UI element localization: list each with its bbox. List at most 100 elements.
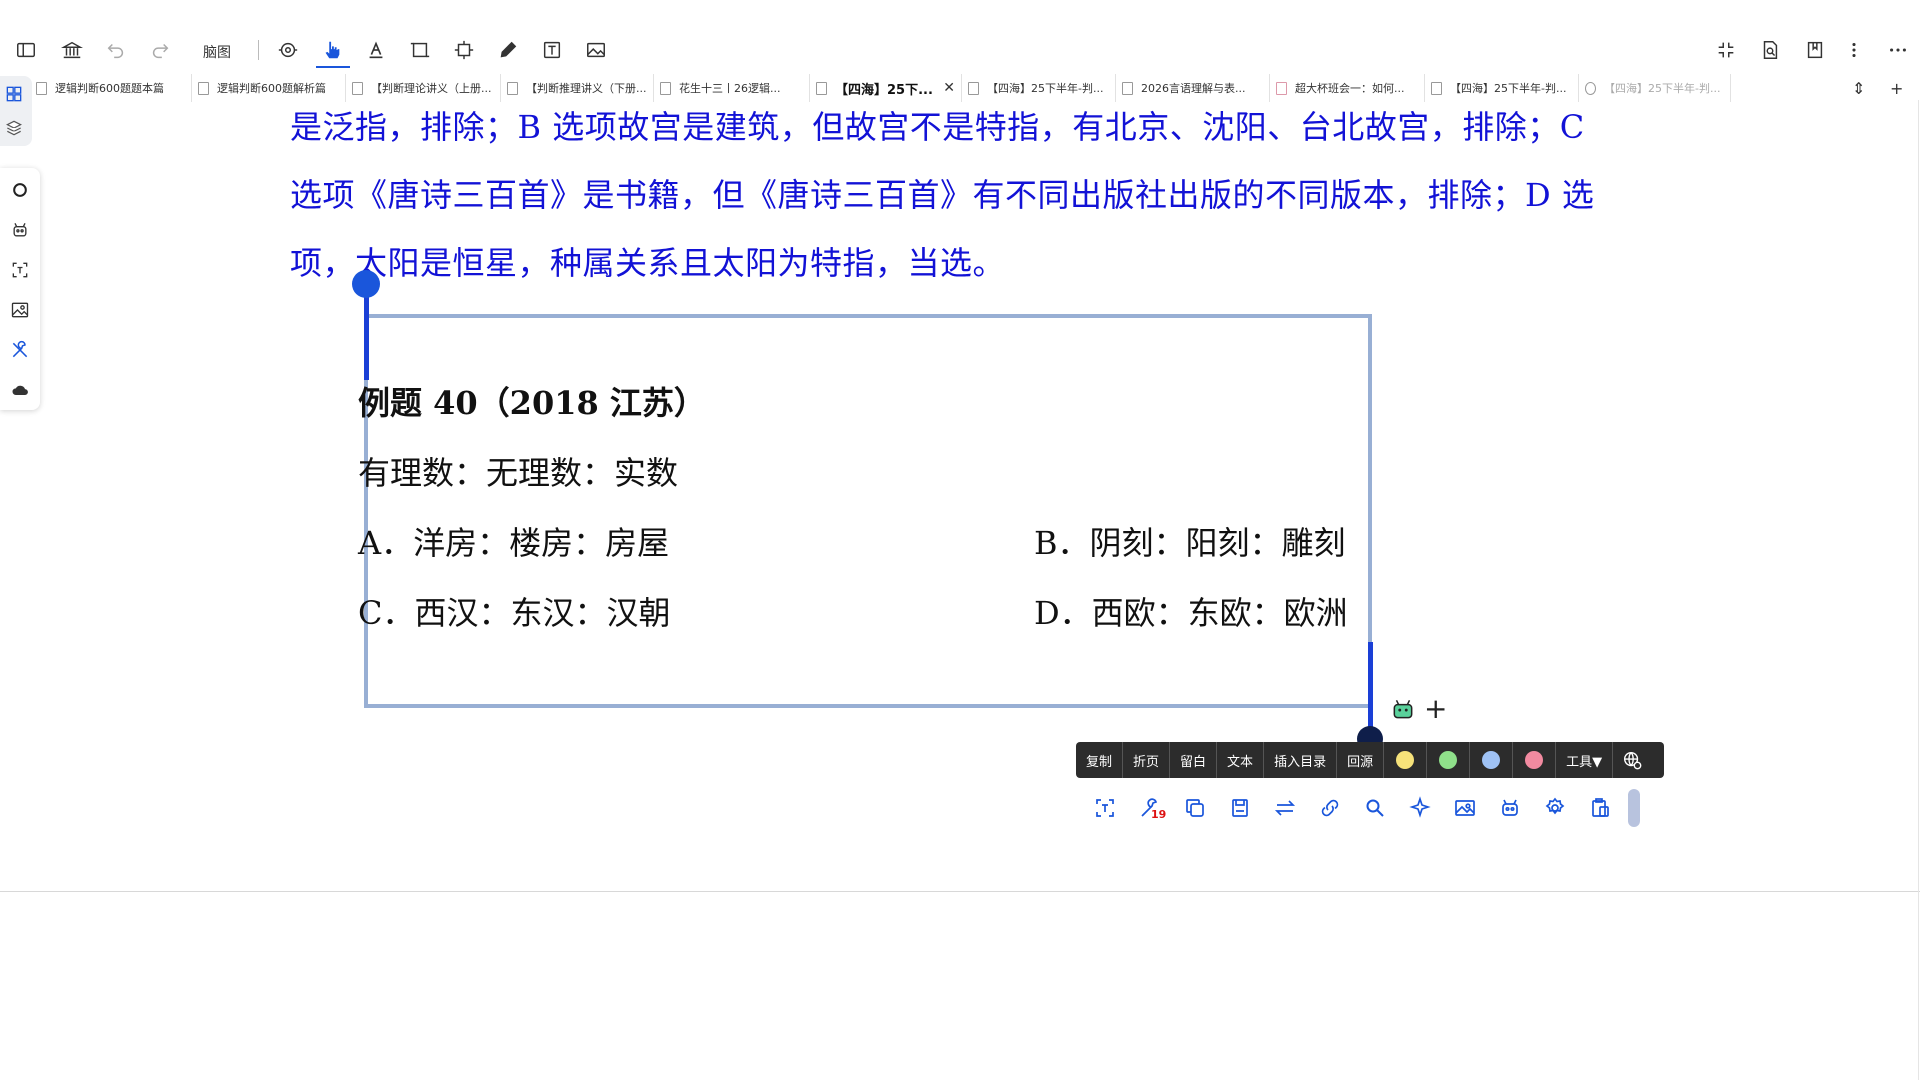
focus-icon[interactable] xyxy=(274,36,302,64)
tools-dropdown-button[interactable]: 工具▼ xyxy=(1556,742,1614,778)
blank-space-button[interactable]: 留白 xyxy=(1170,742,1218,778)
color-green-button[interactable] xyxy=(1427,742,1471,778)
tab-item-active[interactable]: 【四海】25下... ✕ xyxy=(810,74,962,102)
question-title: 例题 40（2018 江苏） xyxy=(358,384,706,422)
hand-pointer-icon[interactable] xyxy=(318,36,346,64)
left-tool-sidebar xyxy=(0,168,40,410)
active-tool-indicator xyxy=(316,66,350,68)
document-icon xyxy=(198,81,209,95)
wrench-icon[interactable]: 19 xyxy=(1127,788,1172,828)
tools-icon[interactable] xyxy=(8,338,32,362)
close-tab-icon[interactable]: ✕ xyxy=(937,80,955,96)
tab-item[interactable]: 【判断理论讲义（上册... xyxy=(346,74,501,102)
robot-icon[interactable] xyxy=(1487,788,1532,828)
toolbar-scrollbar[interactable] xyxy=(1628,789,1640,827)
answer-explanation-line: 项，太阳是恒星，种属关系且太阳为特指，当选。 xyxy=(290,244,1006,282)
fold-page-button[interactable]: 折页 xyxy=(1123,742,1171,778)
bookmark-icon[interactable] xyxy=(1801,36,1829,64)
document-icon xyxy=(968,81,979,95)
library-icon[interactable] xyxy=(58,36,86,64)
ai-add-control: + xyxy=(1390,694,1447,724)
toolbar-separator xyxy=(258,40,259,60)
sidebar-panel-top xyxy=(0,76,32,146)
image-icon[interactable] xyxy=(582,36,610,64)
document-icon xyxy=(352,81,363,95)
image-icon[interactable] xyxy=(1442,788,1487,828)
answer-explanation-line: 是泛指，排除；B 选项故宫是建筑，但故宫不是特指，有北京、沈阳、台北故宫，排除；… xyxy=(290,108,1585,146)
tab-item[interactable]: 超大杯班会一：如何... xyxy=(1270,74,1425,102)
document-tabs: 逻辑判断600题题本篇 逻辑判断600题解析篇 【判断理论讲义（上册... 【判… xyxy=(30,74,1750,102)
robot-icon[interactable] xyxy=(8,218,32,242)
sparkle-icon[interactable] xyxy=(1397,788,1442,828)
page-divider xyxy=(0,891,1920,892)
tab-item[interactable]: 逻辑判断600题解析篇 xyxy=(192,74,346,102)
ai-robot-icon[interactable] xyxy=(1390,696,1416,722)
ocr-scan-icon[interactable] xyxy=(8,258,32,282)
search-icon[interactable] xyxy=(1352,788,1397,828)
document-icon xyxy=(1431,81,1442,95)
circle-icon[interactable] xyxy=(8,178,32,202)
tab-item[interactable]: 【判断推理讲义（下册... xyxy=(501,74,654,102)
more-horizontal-icon[interactable] xyxy=(1884,36,1912,64)
color-blue-button[interactable] xyxy=(1470,742,1514,778)
tab-item[interactable]: 逻辑判断600题题本篇 xyxy=(30,74,192,102)
selection-region[interactable] xyxy=(364,314,1372,708)
selection-icon-toolbar: 19 xyxy=(1082,788,1640,828)
selection-start-handle[interactable] xyxy=(352,270,380,298)
tab-item[interactable]: 2026言语理解与表... xyxy=(1116,74,1270,102)
more-vertical-icon[interactable] xyxy=(1840,36,1868,64)
document-icon xyxy=(816,81,827,95)
tab-sort-icon[interactable]: ⇕ xyxy=(1852,74,1865,102)
option-a: A．洋房：楼房：房屋 xyxy=(358,524,670,562)
undo-icon[interactable] xyxy=(102,36,130,64)
ocr-scan-icon[interactable] xyxy=(1082,788,1127,828)
go-to-source-button[interactable]: 回源 xyxy=(1337,742,1385,778)
tab-item[interactable]: 【四海】25下半年-判... xyxy=(962,74,1116,102)
document-icon xyxy=(507,81,518,95)
loading-icon xyxy=(1585,81,1596,95)
document-icon xyxy=(660,81,671,95)
paste-icon[interactable] xyxy=(1577,788,1622,828)
textbox-icon[interactable] xyxy=(538,36,566,64)
color-yellow-button[interactable] xyxy=(1384,742,1428,778)
document-icon xyxy=(1122,81,1133,95)
text-color-icon[interactable] xyxy=(362,36,390,64)
sidebar-toggle-icon[interactable] xyxy=(12,36,40,64)
swap-icon[interactable] xyxy=(1262,788,1307,828)
answer-explanation-line: 选项《唐诗三百首》是书籍，但《唐诗三百首》有不同出版社出版的不同版本，排除；D … xyxy=(290,176,1595,214)
resize-icon[interactable] xyxy=(450,36,478,64)
tab-item[interactable]: 花生十三丨26逻辑... xyxy=(654,74,810,102)
settings-icon[interactable] xyxy=(1532,788,1577,828)
tab-item[interactable]: 【四海】25下半年-判... xyxy=(1579,74,1731,102)
fullscreen-exit-icon[interactable] xyxy=(1712,36,1740,64)
wrench-badge: 19 xyxy=(1151,808,1167,821)
cloud-icon[interactable] xyxy=(8,378,32,402)
selection-context-menu: 复制 折页 留白 文本 插入目录 回源 工具▼ xyxy=(1076,742,1664,778)
new-tab-icon[interactable]: + xyxy=(1890,74,1903,102)
tab-item[interactable]: 【四海】25下半年-判... xyxy=(1425,74,1579,102)
question-stem: 有理数：无理数：实数 xyxy=(358,454,679,492)
option-c: C．西汉：东汉：汉朝 xyxy=(358,594,671,632)
save-icon[interactable] xyxy=(1217,788,1262,828)
page-right-border xyxy=(1918,100,1919,1080)
text-button[interactable]: 文本 xyxy=(1217,742,1265,778)
insert-toc-button[interactable]: 插入目录 xyxy=(1264,742,1338,778)
mindmap-button[interactable]: 脑图 xyxy=(203,42,231,62)
image-icon[interactable] xyxy=(8,298,32,322)
thumbnail-grid-icon[interactable] xyxy=(2,82,26,106)
option-b: B．阴刻：阳刻：雕刻 xyxy=(1034,524,1346,562)
pen-icon[interactable] xyxy=(494,36,522,64)
document-search-icon[interactable] xyxy=(1756,36,1784,64)
translate-icon[interactable] xyxy=(1613,742,1651,778)
document-icon xyxy=(36,81,47,95)
redo-icon[interactable] xyxy=(146,36,174,64)
layers-icon[interactable] xyxy=(2,116,26,140)
color-pink-button[interactable] xyxy=(1513,742,1557,778)
crop-icon[interactable] xyxy=(406,36,434,64)
copy-button[interactable]: 复制 xyxy=(1076,742,1124,778)
selection-start-handle-line xyxy=(364,284,369,380)
copy-icon[interactable] xyxy=(1172,788,1217,828)
link-icon[interactable] xyxy=(1307,788,1352,828)
add-icon[interactable]: + xyxy=(1424,695,1447,723)
selection-end-handle-line xyxy=(1368,642,1373,732)
